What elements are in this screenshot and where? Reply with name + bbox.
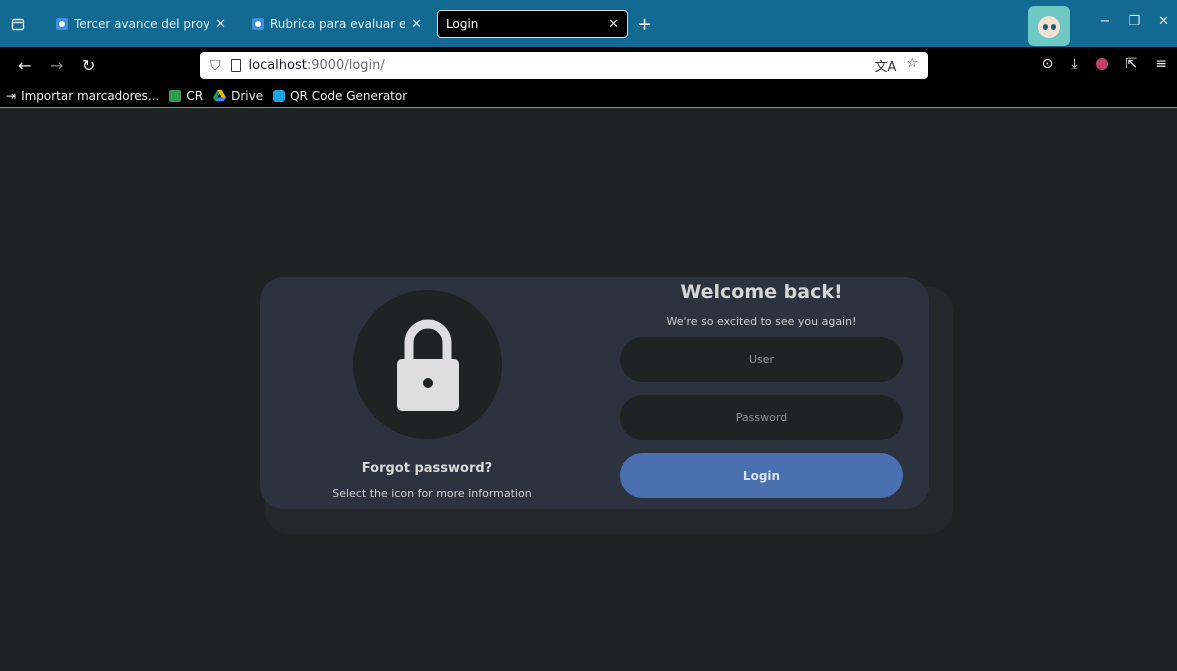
reload-icon[interactable]: ↻ (82, 56, 95, 75)
avatar[interactable] (1028, 6, 1070, 46)
password-input[interactable] (620, 395, 903, 440)
tab-title: Login (446, 17, 479, 31)
shield-icon[interactable]: ⛉ (210, 58, 221, 74)
bookmark-label: QR Code Generator (290, 89, 408, 103)
url-actions: 文A ☆ (874, 56, 918, 75)
bookmark-import[interactable]: ⇥ Importar marcadores... (6, 89, 159, 103)
docs-favicon-icon (56, 18, 68, 30)
forgot-password-title: Forgot password? (361, 461, 493, 476)
import-icon: ⇥ (6, 89, 17, 103)
avatar-eye (1051, 24, 1056, 30)
tab-rubrica[interactable]: Rubrica para evaluar el p ✕ (244, 10, 430, 38)
bookmarks-bar: ⇥ Importar marcadores... CR Drive QR Cod… (0, 85, 1177, 108)
toolbar-right: ⊙ ⤓ ⇱ ≡ (1042, 56, 1167, 72)
tab-overview-button[interactable] (6, 12, 30, 36)
bookmark-cr[interactable]: CR (169, 89, 203, 103)
navigation-bar: ← → ↻ ⛉ localhost:9000/login/ 文A ☆ ⊙ ⤓ ⇱… (0, 47, 1177, 85)
login-button[interactable]: Login (620, 453, 903, 498)
welcome-title: Welcome back! (680, 281, 843, 303)
close-window-icon[interactable]: ✕ (1158, 14, 1169, 29)
tab-title: Rubrica para evaluar el p (270, 17, 406, 31)
bookmark-label: Drive (231, 89, 264, 103)
share-icon[interactable]: ⇱ (1126, 56, 1138, 72)
window-controls: − ❐ ✕ (1100, 14, 1169, 29)
bookmark-drive[interactable]: Drive (213, 89, 263, 103)
tab-list-icon (11, 18, 25, 31)
new-tab-button[interactable]: + (637, 14, 652, 35)
forward-arrow-icon[interactable]: → (50, 56, 63, 75)
welcome-subtitle: We're so excited to see you again! (666, 315, 857, 328)
user-input[interactable] (620, 337, 903, 382)
forgot-password-hint: Select the icon for more information (332, 487, 532, 500)
tab-tercer-avance[interactable]: Tercer avance del proyec ✕ (48, 10, 234, 38)
bookmark-label: CR (186, 89, 204, 103)
url-host: localhost (248, 58, 307, 73)
close-icon[interactable]: ✕ (215, 17, 226, 32)
translate-icon[interactable]: 文A (874, 56, 896, 75)
extension-icon[interactable] (1095, 58, 1108, 70)
tab-title: Tercer avance del proyec (74, 17, 210, 31)
pocket-icon[interactable]: ⊙ (1042, 56, 1054, 72)
qr-icon (273, 90, 286, 102)
minimize-icon[interactable]: − (1100, 14, 1111, 29)
tab-login[interactable]: Login ✕ (437, 10, 628, 38)
lock-icon (396, 319, 459, 411)
docs-favicon-icon (252, 18, 264, 30)
url-bar[interactable]: ⛉ localhost:9000/login/ 文A ☆ (200, 52, 928, 79)
menu-icon[interactable]: ≡ (1155, 56, 1167, 72)
url-path: :9000/login/ (306, 58, 385, 73)
maximize-icon[interactable]: ❐ (1128, 14, 1140, 29)
drive-icon (213, 90, 227, 102)
download-icon[interactable]: ⤓ (1071, 56, 1077, 72)
back-arrow-icon[interactable]: ← (18, 56, 31, 75)
close-icon[interactable]: ✕ (411, 17, 422, 32)
bookmark-label: Importar marcadores... (21, 89, 160, 103)
tab-strip: Tercer avance del proyec ✕ Rubrica para … (0, 0, 1177, 47)
bookmark-qr-code-generator[interactable]: QR Code Generator (273, 89, 407, 103)
close-icon[interactable]: ✕ (608, 17, 619, 32)
plus-icon: + (637, 14, 653, 35)
avatar-eye (1043, 24, 1048, 30)
star-bookmark-icon[interactable]: ☆ (906, 56, 918, 75)
forgot-password-lock-button[interactable] (353, 290, 502, 439)
page-icon (230, 59, 241, 72)
cr-favicon-icon (169, 90, 182, 102)
avatar-face (1038, 16, 1060, 38)
